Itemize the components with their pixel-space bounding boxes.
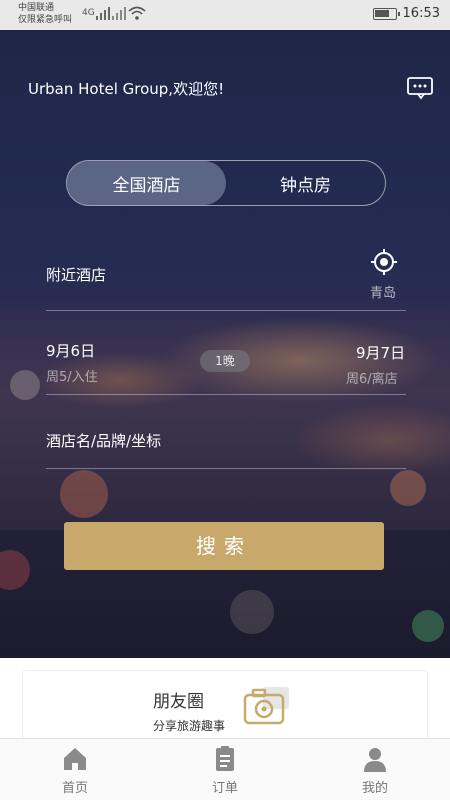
bokeh-light (10, 370, 40, 400)
bottom-nav: 首页 订单 我的 (0, 738, 450, 800)
nearby-hotels-field[interactable]: 附近酒店 (46, 264, 106, 285)
message-icon[interactable] (406, 76, 434, 100)
emergency-only: 仅限紧急呼叫 (18, 15, 73, 25)
signal-icon-secondary (112, 7, 126, 20)
user-icon (364, 748, 386, 772)
carrier-name: 中国联通 (18, 3, 55, 13)
network-type: 4G (82, 8, 95, 18)
nav-profile-label: 我的 (361, 781, 388, 796)
bokeh-light (60, 470, 108, 518)
checkout-label: 周6/离店 (346, 372, 398, 387)
hero-background: Urban Hotel Group,欢迎您! 全国酒店 钟点房 附近酒店 青岛 … (0, 30, 450, 658)
wifi-icon (128, 6, 146, 20)
status-bar: 中国联通 仅限紧急呼叫 4G 16:53 (0, 0, 450, 30)
divider (46, 394, 406, 395)
welcome-text: Urban Hotel Group,欢迎您! (28, 80, 225, 98)
divider (46, 468, 406, 469)
carrier-info: 中国联通 仅限紧急呼叫 (18, 2, 72, 26)
checkin-label: 周5/入住 (46, 370, 98, 385)
locate-icon[interactable] (370, 248, 398, 276)
moments-title: 朋友圈 (153, 692, 204, 712)
battery-icon (372, 7, 400, 20)
tab-national-hotels[interactable]: 全国酒店 (67, 161, 226, 205)
bokeh-light (0, 550, 30, 590)
checkout-date[interactable]: 9月7日 (356, 342, 405, 363)
bokeh-light (230, 590, 274, 634)
checkin-date[interactable]: 9月6日 (46, 340, 95, 361)
search-button[interactable]: 搜索 (64, 522, 384, 570)
clipboard-icon (216, 746, 234, 771)
camera-icon (243, 687, 289, 725)
signal-icon (96, 7, 110, 20)
divider (46, 310, 406, 311)
nav-home[interactable]: 首页 (0, 739, 150, 800)
nav-profile[interactable]: 我的 (300, 739, 450, 800)
nav-orders[interactable]: 订单 (150, 739, 300, 800)
tab-hourly-rooms[interactable]: 钟点房 (226, 161, 385, 205)
nav-orders-label: 订单 (211, 781, 238, 796)
keyword-input[interactable]: 酒店名/品牌/坐标 (46, 430, 161, 451)
bokeh-light (412, 610, 444, 642)
moments-subtitle: 分享旅游趣事 (153, 719, 226, 733)
clock: 16:53 (402, 6, 440, 21)
bokeh-light (390, 470, 426, 506)
current-city[interactable]: 青岛 (370, 282, 396, 301)
home-icon (64, 748, 86, 770)
hotel-type-tabs: 全国酒店 钟点房 (66, 160, 386, 206)
nights-badge: 1晚 (200, 350, 250, 372)
nav-home-label: 首页 (61, 781, 88, 796)
